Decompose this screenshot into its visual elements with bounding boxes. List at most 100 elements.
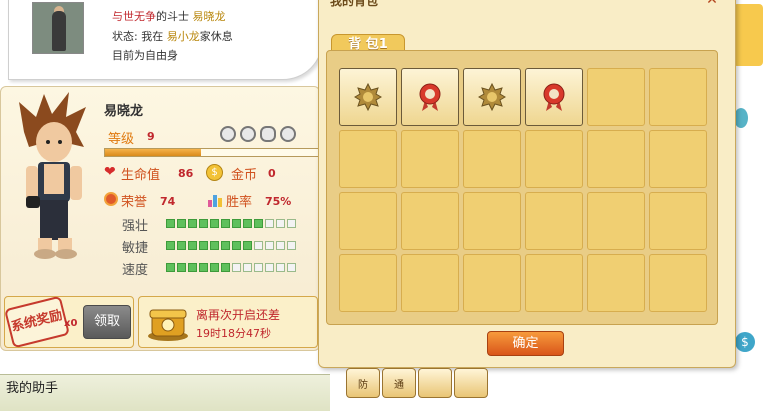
skill-defend-icon[interactable]: 防	[346, 368, 380, 398]
rosette-icon[interactable]	[525, 68, 583, 126]
inventory-slot[interactable]	[525, 130, 583, 188]
attr-segment	[232, 219, 241, 228]
hp-value: 86	[178, 167, 194, 180]
attr-segment	[287, 219, 296, 228]
inventory-slot[interactable]	[401, 130, 459, 188]
armor-icon[interactable]	[220, 126, 236, 142]
gear-medal-icon[interactable]	[339, 68, 397, 126]
attr-segment	[276, 219, 285, 228]
attr-segment	[243, 263, 252, 272]
inventory-slot[interactable]	[649, 254, 707, 312]
equipment-icons	[220, 126, 296, 142]
rosette-icon[interactable]	[401, 68, 459, 126]
inventory-slot[interactable]	[587, 130, 645, 188]
shield-icon[interactable]	[240, 126, 256, 142]
inventory-slot[interactable]	[587, 254, 645, 312]
attr-segment	[210, 263, 219, 272]
profile-title-mid: 的斗士	[156, 10, 189, 23]
attr-speed-bar	[166, 263, 296, 272]
inventory-slot[interactable]	[525, 254, 583, 312]
attr-segment	[188, 219, 197, 228]
attr-segment	[276, 263, 285, 272]
attr-segment	[254, 219, 263, 228]
inventory-slot[interactable]	[649, 192, 707, 250]
attr-segment	[287, 241, 296, 250]
coin-icon: $	[206, 164, 223, 181]
close-icon[interactable]: ✕	[704, 0, 720, 8]
attr-segment	[166, 241, 175, 250]
character-portrait	[19, 92, 86, 259]
claim-button[interactable]: 领取	[83, 305, 131, 339]
inventory-slot[interactable]	[339, 254, 397, 312]
heart-icon: ❤	[104, 164, 116, 180]
chain-icon[interactable]	[280, 126, 296, 142]
attr-segment	[199, 219, 208, 228]
inventory-slot[interactable]	[401, 254, 459, 312]
skill-pass-label: 通	[394, 379, 404, 391]
attr-segment	[210, 219, 219, 228]
level-label: 等级	[108, 132, 135, 147]
inventory-slot[interactable]	[401, 192, 459, 250]
attr-segment	[210, 241, 219, 250]
attr-segment	[265, 241, 274, 250]
skill-bar: 防 通	[346, 368, 488, 398]
winrate-chart-icon	[208, 193, 222, 207]
status-line: 状态: 我在 易小龙家休息	[112, 28, 233, 44]
inventory-slot[interactable]	[587, 68, 645, 126]
attr-speed-label: 速度	[122, 263, 149, 278]
inventory-slot[interactable]	[587, 192, 645, 250]
level-value: 9	[147, 130, 155, 143]
attr-segment	[221, 219, 230, 228]
right-panel-tab[interactable]	[733, 4, 763, 66]
attr-segment	[199, 263, 208, 272]
reward-count: x0	[64, 318, 78, 329]
ring-icon[interactable]	[260, 126, 276, 142]
skill-pass-icon[interactable]: 通	[382, 368, 416, 398]
status-place-link[interactable]: 易小龙	[167, 30, 200, 43]
attr-segment	[221, 263, 230, 272]
attr-segment	[276, 241, 285, 250]
inventory-slot[interactable]	[463, 254, 521, 312]
current-status: 目前为自由身	[112, 49, 178, 62]
confirm-button[interactable]: 确定	[487, 331, 564, 356]
avatar[interactable]	[32, 2, 84, 54]
skill-arrows-icon[interactable]	[454, 368, 488, 398]
attr-segment	[177, 263, 186, 272]
skill-burst-icon[interactable]	[418, 368, 452, 398]
bag-dialog-title: 我的背包	[330, 0, 379, 8]
status-prefix: 状态: 我在	[112, 30, 164, 43]
skill-defend-label: 防	[358, 379, 368, 391]
attr-agility-bar	[166, 241, 296, 250]
inventory-slot[interactable]	[339, 130, 397, 188]
inventory-slot[interactable]	[649, 68, 707, 126]
winrate-value: 75%	[265, 195, 292, 208]
profile-name-link[interactable]: 易晓龙	[193, 10, 226, 23]
inventory-slot[interactable]	[463, 130, 521, 188]
attr-segment	[177, 241, 186, 250]
attr-segment	[232, 241, 241, 250]
experience-fill	[105, 149, 202, 156]
dollar-icon[interactable]: $	[735, 332, 755, 352]
honor-icon	[104, 192, 118, 206]
inventory-slot[interactable]	[339, 192, 397, 250]
hp-label: 生命值	[121, 168, 161, 183]
profile-title: 与世无争的斗士 易晓龙	[112, 8, 226, 24]
character-name: 易晓龙	[104, 104, 144, 119]
profile-title-prefix: 与世无争	[112, 10, 156, 23]
inventory-slot[interactable]	[463, 192, 521, 250]
gold-label: 金币	[231, 168, 258, 183]
inventory-slot[interactable]	[649, 130, 707, 188]
attr-segment	[199, 241, 208, 250]
chest-countdown-time: 19时18分47秒	[196, 327, 271, 340]
attr-segment	[188, 241, 197, 250]
attr-segment	[243, 219, 252, 228]
winrate-label: 胜率	[226, 195, 253, 210]
status-suffix: 家休息	[199, 30, 233, 43]
attr-segment	[166, 219, 175, 228]
attr-segment	[177, 219, 186, 228]
attr-segment	[265, 219, 274, 228]
treasure-chest-icon[interactable]	[146, 302, 190, 342]
gear-medal-icon[interactable]	[463, 68, 521, 126]
attr-strength-bar	[166, 219, 296, 228]
inventory-slot[interactable]	[525, 192, 583, 250]
